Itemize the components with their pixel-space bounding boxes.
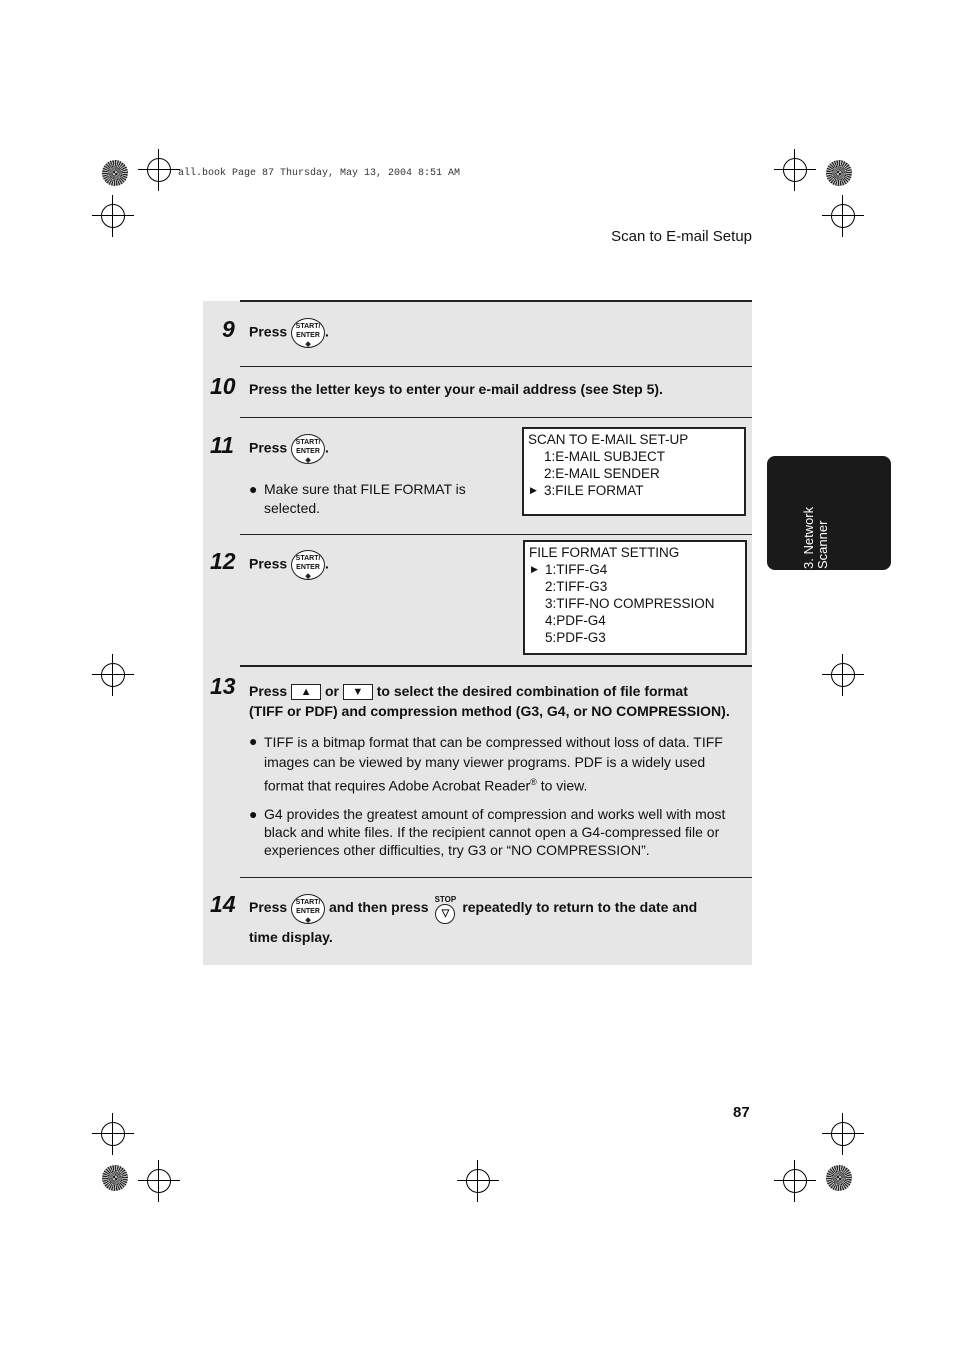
section-title: Scan to E-mail Setup bbox=[611, 228, 752, 245]
chapter-tab: 3. Network Scanner bbox=[767, 456, 891, 570]
crop-mark-icon bbox=[138, 1160, 180, 1202]
period: . bbox=[325, 323, 329, 340]
start-enter-key-icon: START/ENTER ◈ bbox=[291, 318, 326, 348]
crop-mark-icon bbox=[822, 195, 864, 237]
crop-mark-icon bbox=[92, 195, 134, 237]
crop-mark-icon bbox=[774, 1160, 816, 1202]
step-13-text: Press ▲ or ▼ to select the desired combi… bbox=[249, 683, 730, 719]
crop-mark-icon bbox=[92, 1113, 134, 1155]
start-enter-key-icon: START/ENTER ◈ bbox=[291, 893, 326, 924]
bullet: ● TIFF is a bitmap format that can be com… bbox=[249, 733, 723, 794]
step-12-text: Press START/ENTER ◈. bbox=[249, 550, 329, 580]
crop-mark-icon bbox=[457, 1160, 499, 1202]
tab-line: 3. Network bbox=[801, 506, 816, 569]
lcd-display: SCAN TO E-MAIL SET-UP 1:E-MAIL SUBJECT 2… bbox=[522, 427, 746, 516]
step-11-text: Press START/ENTER ◈. bbox=[249, 434, 329, 464]
manual-page: all.book Page 87 Thursday, May 13, 2004 … bbox=[0, 0, 954, 1351]
crop-mark-icon bbox=[92, 654, 134, 696]
step-number: 9 bbox=[222, 316, 235, 342]
crop-mark-icon bbox=[138, 149, 180, 191]
press-label: Press bbox=[249, 323, 288, 340]
step-number: 12 bbox=[210, 548, 236, 574]
step-number: 13 bbox=[210, 673, 236, 699]
crop-mark-icon bbox=[822, 1113, 864, 1155]
start-enter-key-icon: START/ENTER ◈ bbox=[291, 550, 326, 580]
step-14-text: Press START/ENTER ◈ and then press STOP ▽ … bbox=[249, 893, 698, 945]
step-number: 14 bbox=[210, 891, 236, 917]
selection-arrow-icon: ▶ bbox=[530, 485, 537, 495]
registration-disc-icon bbox=[826, 160, 852, 186]
step-number: 11 bbox=[210, 432, 234, 458]
divider bbox=[240, 417, 752, 418]
crop-mark-icon bbox=[822, 654, 864, 696]
selection-arrow-icon: ▶ bbox=[531, 564, 538, 574]
registration-disc-icon bbox=[102, 160, 128, 186]
stop-key-icon: STOP ▽ bbox=[432, 893, 458, 924]
lcd-display: FILE FORMAT SETTING ▶ 1:TIFF-G4 2:TIFF-G3… bbox=[523, 540, 747, 655]
step-10-text: Press the letter keys to enter your e-ma… bbox=[249, 381, 663, 397]
divider bbox=[240, 665, 752, 667]
down-arrow-key-icon: ▼ bbox=[342, 684, 373, 701]
step-number: 10 bbox=[210, 373, 236, 399]
registration-disc-icon bbox=[826, 1165, 852, 1191]
divider bbox=[240, 300, 752, 302]
divider bbox=[240, 534, 752, 535]
start-enter-key-icon: START/ENTER ◈ bbox=[291, 434, 326, 464]
page-number: 87 bbox=[733, 1104, 750, 1121]
step-9-text: Press START/ENTER ◈. bbox=[249, 318, 329, 348]
crop-mark-icon bbox=[774, 149, 816, 191]
up-arrow-key-icon: ▲ bbox=[291, 684, 322, 701]
bullet: ● G4 provides the greatest amount of comp… bbox=[249, 806, 726, 858]
divider bbox=[240, 366, 752, 367]
tab-line: Scanner bbox=[815, 520, 830, 569]
divider bbox=[240, 877, 752, 878]
print-header: all.book Page 87 Thursday, May 13, 2004 … bbox=[178, 168, 461, 179]
bullet: ● Make sure that FILE FORMAT is selected. bbox=[249, 481, 466, 516]
registration-disc-icon bbox=[102, 1165, 128, 1191]
